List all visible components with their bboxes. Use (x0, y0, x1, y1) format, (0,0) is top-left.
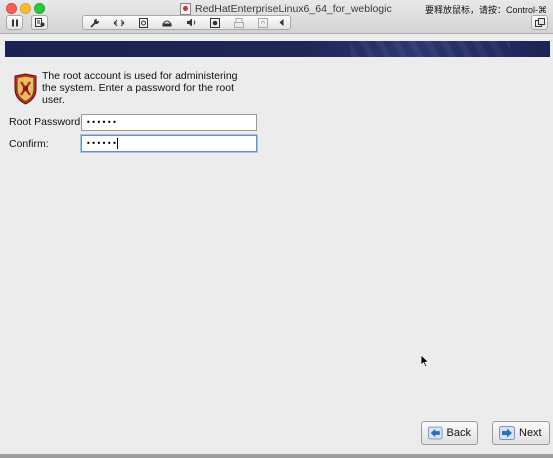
pause-button[interactable] (6, 15, 23, 30)
window-title-text: RedHatEnterpriseLinux6_64_for_weblogic (195, 2, 392, 15)
next-button[interactable]: Next (492, 421, 550, 445)
toolbar-scroll-button[interactable] (275, 16, 287, 29)
root-account-description: The root account is used for administeri… (42, 70, 238, 106)
usb-button[interactable] (251, 16, 275, 29)
installer-header-banner (5, 41, 550, 57)
more-left-icon (279, 19, 283, 26)
vm-window: RedHatEnterpriseLinux6_64_for_weblogic 要… (0, 0, 553, 458)
back-arrow-icon (428, 426, 443, 440)
printer-icon (234, 17, 244, 28)
cd-dvd-button[interactable] (155, 16, 179, 29)
close-window-button[interactable] (6, 3, 17, 14)
vm-settings-icon (34, 18, 44, 27)
security-shield-icon (14, 73, 37, 105)
network-button[interactable] (107, 16, 131, 29)
camera-button[interactable] (203, 16, 227, 29)
camera-icon (210, 17, 220, 28)
back-button[interactable]: Back (421, 421, 478, 445)
next-button-label: Next (519, 427, 542, 439)
vm-titlebar: RedHatEnterpriseLinux6_64_for_weblogic 要… (0, 0, 553, 34)
sound-icon (186, 18, 195, 27)
window-mode-icon (534, 18, 545, 27)
sound-button[interactable] (179, 16, 203, 29)
root-password-input[interactable] (81, 114, 257, 131)
minimize-window-button[interactable] (20, 3, 31, 14)
cd-dvd-icon (162, 20, 172, 27)
printer-button[interactable] (227, 16, 251, 29)
mouse-pointer-icon (420, 354, 430, 368)
window-bottom-edge (0, 454, 553, 458)
window-mode-button[interactable] (531, 15, 548, 30)
hard-disk-icon (138, 17, 148, 28)
vm-document-icon (180, 2, 191, 15)
window-title: RedHatEnterpriseLinux6_64_for_weblogic (180, 2, 392, 15)
next-arrow-icon (499, 426, 515, 440)
network-arrows-icon (113, 19, 125, 26)
root-password-label: Root Password: (9, 116, 84, 128)
device-toolbar (82, 15, 291, 30)
confirm-password-label: Confirm: (9, 138, 49, 150)
mouse-release-hint: 要释放鼠标，请按：Control-⌘ (424, 5, 547, 15)
confirm-password-input[interactable] (81, 135, 257, 152)
text-caret (117, 138, 118, 149)
back-button-label: Back (446, 427, 471, 439)
wrench-button[interactable] (83, 16, 107, 29)
vm-settings-button[interactable] (31, 15, 48, 30)
hard-disk-button[interactable] (131, 16, 155, 29)
wrench-icon (90, 18, 100, 28)
pause-icon (11, 19, 18, 26)
usb-icon (258, 17, 268, 28)
zoom-window-button[interactable] (34, 3, 45, 14)
